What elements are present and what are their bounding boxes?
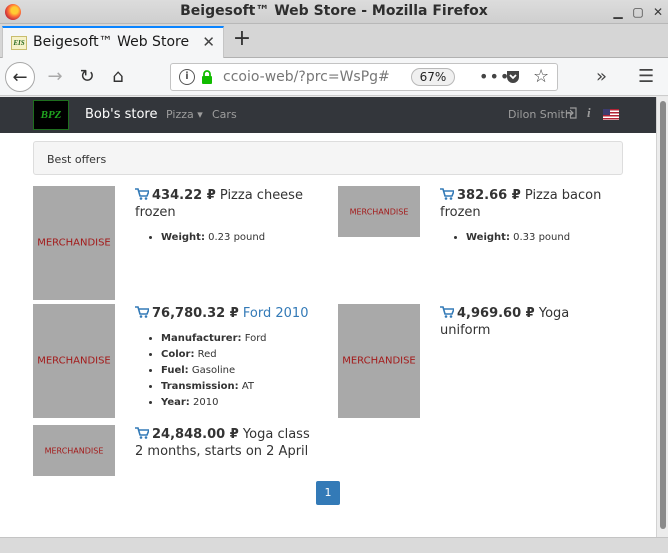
hamburger-menu-icon[interactable]: ☰ xyxy=(638,66,654,87)
reload-icon[interactable]: ↻ xyxy=(72,62,102,92)
zoom-indicator[interactable]: 67% xyxy=(411,68,455,86)
attribute-item: Year: 2010 xyxy=(161,395,310,411)
tab-close-icon[interactable]: ✕ xyxy=(202,33,215,51)
product-image-label: MERCHANDISE xyxy=(342,355,416,367)
product-image[interactable]: MERCHANDISE xyxy=(33,186,115,300)
product-info: 24,848.00 ₽ Yoga class 2 months, starts … xyxy=(135,426,310,460)
pagination-page-1[interactable]: 1 xyxy=(316,481,340,505)
tab-title: Beigesoft™ Web Store xyxy=(33,34,190,50)
forward-icon[interactable]: → xyxy=(40,62,70,92)
cart-icon[interactable] xyxy=(135,188,149,200)
product-image[interactable]: MERCHANDISE xyxy=(338,304,420,418)
site-favicon-icon: EIS xyxy=(11,36,27,50)
tab-active[interactable]: EIS Beigesoft™ Web Store ✕ xyxy=(2,26,224,58)
cart-icon[interactable] xyxy=(440,306,454,318)
product-price: 76,780.32 ₽ xyxy=(152,306,239,321)
product-image-label: MERCHANDISE xyxy=(44,446,104,455)
site-logo[interactable]: BPZ xyxy=(33,100,69,130)
brand-link[interactable]: Bob's store xyxy=(85,107,157,122)
cart-icon[interactable] xyxy=(135,306,149,318)
product-attributes: Weight: 0.33 pound xyxy=(440,230,615,246)
product-info: 434.22 ₽ Pizza cheese frozen Weight: 0.2… xyxy=(135,187,310,246)
product-image-label: MERCHANDISE xyxy=(37,237,111,249)
back-icon[interactable]: ← xyxy=(5,62,35,92)
product-info: 4,969.60 ₽ Yoga uniform xyxy=(440,305,615,339)
attribute-item: Fuel: Gasoline xyxy=(161,363,310,379)
close-window-icon[interactable]: ✕ xyxy=(650,4,666,20)
nav-toolbar: ← → ↻ ⌂ i ccoio-web/?prc=WsPg# 67% ••• ☆… xyxy=(0,58,668,96)
product-price: 434.22 ₽ xyxy=(152,188,216,203)
attribute-item: Manufacturer: Ford xyxy=(161,331,310,347)
us-flag-icon[interactable] xyxy=(603,109,619,120)
pocket-icon[interactable] xyxy=(505,69,521,85)
new-tab-icon[interactable]: + xyxy=(230,28,254,52)
home-icon[interactable]: ⌂ xyxy=(103,62,133,92)
attribute-item: Weight: 0.23 pound xyxy=(161,230,310,246)
product-info: 382.66 ₽ Pizza bacon frozen Weight: 0.33… xyxy=(440,187,615,246)
product-name-link[interactable]: Ford 2010 xyxy=(243,306,309,321)
overflow-chevron-icon[interactable]: » xyxy=(596,66,607,87)
product-image[interactable]: MERCHANDISE xyxy=(33,304,115,418)
best-offers-panel: Best offers xyxy=(33,141,623,175)
product-price: 4,969.60 ₽ xyxy=(457,306,535,321)
vertical-scrollbar[interactable] xyxy=(656,97,668,537)
window-titlebar: Beigesoft™ Web Store - Mozilla Firefox ▁… xyxy=(0,0,668,24)
user-name[interactable]: Dilon Smith xyxy=(508,108,572,121)
attribute-item: Transmission: AT xyxy=(161,379,310,395)
url-text[interactable]: ccoio-web/?prc=WsPg# xyxy=(223,69,390,85)
site-info-icon[interactable]: i xyxy=(179,69,195,85)
maximize-icon[interactable]: ▢ xyxy=(630,4,646,20)
status-bar xyxy=(0,537,668,553)
cart-icon[interactable] xyxy=(135,427,149,439)
nav-cars-link[interactable]: Cars xyxy=(212,108,237,121)
logout-icon[interactable] xyxy=(565,107,577,119)
nav-pizza-dropdown[interactable]: Pizza ▾ xyxy=(166,108,203,121)
product-image-label: MERCHANDISE xyxy=(349,207,409,216)
window-title: Beigesoft™ Web Store - Mozilla Firefox xyxy=(180,3,488,19)
product-price: 382.66 ₽ xyxy=(457,188,521,203)
product-image[interactable]: MERCHANDISE xyxy=(338,186,420,237)
bookmark-star-icon[interactable]: ☆ xyxy=(533,66,549,87)
product-image-label: MERCHANDISE xyxy=(37,355,111,367)
product-attributes: Weight: 0.23 pound xyxy=(135,230,310,246)
attribute-item: Weight: 0.33 pound xyxy=(466,230,615,246)
product-price: 24,848.00 ₽ xyxy=(152,427,239,442)
url-bar[interactable]: i ccoio-web/?prc=WsPg# 67% ••• ☆ xyxy=(170,63,558,91)
info-icon[interactable]: i xyxy=(587,105,591,121)
product-attributes: Manufacturer: Ford Color: Red Fuel: Gaso… xyxy=(135,331,310,411)
product-info: 76,780.32 ₽ Ford 2010 Manufacturer: Ford… xyxy=(135,305,310,411)
minimize-icon[interactable]: ▁ xyxy=(610,4,626,20)
attribute-item: Color: Red xyxy=(161,347,310,363)
panel-title: Best offers xyxy=(47,153,107,166)
lock-icon xyxy=(202,70,212,84)
page-viewport: BPZ Bob's store Pizza ▾ Cars Dilon Smith… xyxy=(0,97,656,537)
cart-icon[interactable] xyxy=(440,188,454,200)
site-navbar: BPZ Bob's store Pizza ▾ Cars Dilon Smith… xyxy=(0,97,656,133)
scrollbar-thumb[interactable] xyxy=(660,101,666,529)
product-image[interactable]: MERCHANDISE xyxy=(33,425,115,476)
tab-strip: EIS Beigesoft™ Web Store ✕ + xyxy=(0,24,668,58)
